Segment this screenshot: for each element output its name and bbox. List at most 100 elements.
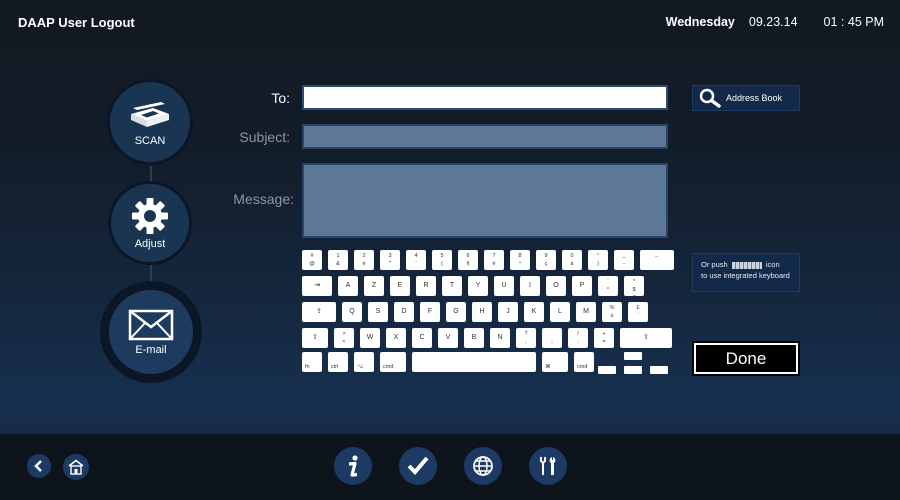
keyboard-key[interactable]: A <box>338 276 358 296</box>
keyboard-key[interactable]: Z <box>364 276 384 296</box>
keyboard-key[interactable]: 4 ' <box>406 250 426 270</box>
keyboard-key[interactable]: / : <box>568 328 588 348</box>
keyboard-key[interactable]: D <box>394 302 414 322</box>
keyboard-key[interactable]: 0 à <box>562 250 582 270</box>
app-title: DAAP User Logout <box>18 14 135 30</box>
keyboard-key[interactable]: + = <box>594 328 614 348</box>
keyboard-key[interactable]: cmd <box>380 352 406 372</box>
keyboard-key[interactable]: fn <box>302 352 322 372</box>
keyboard-key[interactable]: cmd <box>574 352 594 372</box>
arrow-right-key[interactable] <box>650 366 668 374</box>
keyboard-key[interactable]: N <box>490 328 510 348</box>
workflow-step-adjust[interactable]: Adjust <box>108 181 192 265</box>
keyboard-icon <box>731 261 762 269</box>
keyboard-key[interactable]: 7 è <box>484 250 504 270</box>
keyboard-hint: Or push icon to use integrated keyboard <box>692 253 800 292</box>
keyboard-key[interactable]: O <box>546 276 566 296</box>
clock: Wednesday 09.23.14 01 : 45 PM <box>666 15 884 29</box>
keyboard-key[interactable]: > < <box>334 328 354 348</box>
keyboard-key[interactable]: K <box>524 302 544 322</box>
top-bar: DAAP User Logout Wednesday 09.23.14 01 :… <box>0 0 900 44</box>
keyboard-key[interactable]: # @ <box>302 250 322 270</box>
keyboard-key[interactable]: Q <box>342 302 362 322</box>
keyboard-key[interactable]: ⌥ <box>354 352 374 372</box>
message-label: Message: <box>233 191 294 207</box>
chevron-left-icon <box>34 460 42 472</box>
keyboard-key[interactable]: F <box>420 302 440 322</box>
workflow-step-label: Adjust <box>134 237 166 250</box>
workflow-step-email[interactable]: E-mail <box>100 281 202 383</box>
checkmark-icon <box>407 456 429 475</box>
keyboard-key[interactable]: ⇧ <box>302 328 328 348</box>
keyboard-key[interactable]: £ ` <box>628 302 648 322</box>
keyboard-key[interactable]: . ; <box>542 328 562 348</box>
keyboard-key[interactable]: ctrl <box>328 352 348 372</box>
keyboard-key[interactable]: Y <box>468 276 488 296</box>
keyboard-hint-text: Or push <box>701 260 728 269</box>
keyboard-key[interactable]: S <box>368 302 388 322</box>
gear-icon <box>132 197 168 234</box>
language-button[interactable] <box>464 447 502 485</box>
back-button[interactable] <box>27 454 51 478</box>
keyboard-key[interactable]: 5 ( <box>432 250 452 270</box>
keyboard-key[interactable]: I <box>520 276 540 296</box>
keyboard-key[interactable]: ⇧ <box>620 328 672 348</box>
keyboard-key[interactable]: 2 é <box>354 250 374 270</box>
home-button[interactable] <box>63 454 89 480</box>
keyboard-key[interactable]: M <box>576 302 596 322</box>
keyboard-key[interactable]: 6 § <box>458 250 478 270</box>
keyboard-key[interactable]: 1 & <box>328 250 348 270</box>
arrow-up-key[interactable] <box>624 352 642 360</box>
keyboard-key[interactable]: * $ € <box>624 276 644 296</box>
keyboard-key[interactable]: ⇪ <box>302 302 336 322</box>
keyboard-key[interactable]: 8 ! <box>510 250 530 270</box>
keyboard-hint-text: icon <box>765 260 780 269</box>
keyboard-key[interactable]: R <box>416 276 436 296</box>
home-icon <box>68 459 84 475</box>
keyboard-key[interactable]: G <box>446 302 466 322</box>
arrow-down-key[interactable] <box>624 366 642 374</box>
keyboard-key[interactable]: 9 ç <box>536 250 556 270</box>
envelope-icon <box>128 309 174 340</box>
keyboard-key[interactable]: 3 " <box>380 250 400 270</box>
keyboard-key[interactable]: E <box>390 276 410 296</box>
keyboard-key[interactable]: U <box>494 276 514 296</box>
keyboard-key[interactable]: ← <box>640 250 674 270</box>
keyboard-key[interactable]: J <box>498 302 518 322</box>
keyboard-hint-text: to use integrated keyboard <box>701 271 790 280</box>
keyboard-key[interactable]: ⇥ <box>302 276 332 296</box>
address-book-button[interactable]: Address Book <box>692 85 800 111</box>
workflow-step-label: SCAN <box>134 134 166 147</box>
keyboard-key[interactable]: ° ) <box>588 250 608 270</box>
keyboard-key[interactable]: L <box>550 302 570 322</box>
keyboard-key[interactable]: P <box>572 276 592 296</box>
keyboard-key[interactable]: V <box>438 328 458 348</box>
globe-icon <box>473 456 493 476</box>
info-button[interactable] <box>334 447 372 485</box>
info-icon <box>348 455 358 477</box>
keyboard-key[interactable]: _ - <box>614 250 634 270</box>
keyboard-key[interactable]: W <box>360 328 380 348</box>
workflow-step-scan[interactable]: SCAN <box>107 79 193 165</box>
done-button[interactable]: Done <box>694 343 798 374</box>
search-icon <box>699 88 721 108</box>
keyboard-key[interactable]: C <box>412 328 432 348</box>
scanner-icon <box>131 101 169 127</box>
keyboard-key[interactable]: ¨ ^ <box>598 276 618 296</box>
keyboard-key[interactable]: ⌘ <box>542 352 568 372</box>
message-input[interactable] <box>302 163 668 238</box>
clock-date: 09.23.14 <box>748 15 798 29</box>
keyboard-key[interactable]: H <box>472 302 492 322</box>
keyboard-key[interactable]: B <box>464 328 484 348</box>
keyboard-key[interactable]: X <box>386 328 406 348</box>
keyboard-key[interactable]: T <box>442 276 462 296</box>
subject-input[interactable] <box>302 124 668 149</box>
confirm-button[interactable] <box>399 447 437 485</box>
keyboard-key[interactable]: % ù <box>602 302 622 322</box>
arrow-left-key[interactable] <box>598 366 616 374</box>
keyboard-key[interactable] <box>412 352 536 372</box>
keyboard-key[interactable]: ? , <box>516 328 536 348</box>
to-input[interactable] <box>302 85 668 110</box>
settings-button[interactable] <box>529 447 567 485</box>
bottom-bar <box>0 434 900 500</box>
